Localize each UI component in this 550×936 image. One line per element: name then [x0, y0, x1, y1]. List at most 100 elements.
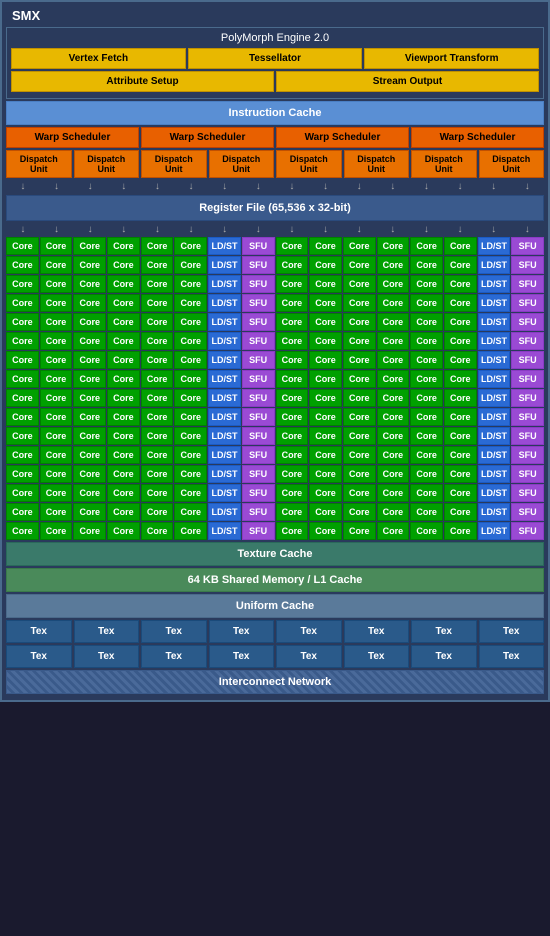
core-cell-right-15-5: Core: [444, 522, 477, 540]
core-cell-right-4-5: Core: [444, 313, 477, 331]
core-cell-left-10-0: Core: [6, 427, 39, 445]
uniform-cache: Uniform Cache: [6, 594, 544, 618]
ldst-left-13: LD/ST: [208, 484, 241, 502]
ldst-left-10: LD/ST: [208, 427, 241, 445]
core-cell-left-4-0: Core: [6, 313, 39, 331]
core-cell-right-8-2: Core: [343, 389, 376, 407]
core-cell-left-12-5: Core: [174, 465, 207, 483]
core-cell-right-11-0: Core: [276, 446, 309, 464]
core-cell-right-15-1: Core: [309, 522, 342, 540]
sfu-left-12: SFU: [242, 465, 275, 483]
core-cell-left-4-4: Core: [141, 313, 174, 331]
tex-cell-row1-6: Tex: [411, 620, 477, 643]
polymorph-engine: PolyMorph Engine 2.0 Vertex Fetch Tessel…: [6, 27, 544, 99]
arrow-b13: ↓: [424, 224, 429, 235]
tex-cell-row1-7: Tex: [479, 620, 545, 643]
core-cell-right-5-2: Core: [343, 332, 376, 350]
tex-cell-row2-0: Tex: [6, 645, 72, 668]
core-cell-left-14-4: Core: [141, 503, 174, 521]
core-cell-right-9-0: Core: [276, 408, 309, 426]
arrow-b10: ↓: [323, 224, 328, 235]
core-cell-right-8-4: Core: [410, 389, 443, 407]
core-cell-left-1-4: Core: [141, 256, 174, 274]
core-cell-right-5-3: Core: [377, 332, 410, 350]
core-row-0: CoreCoreCoreCoreCoreCoreLD/STSFUCoreCore…: [6, 237, 544, 255]
core-cell-right-3-3: Core: [377, 294, 410, 312]
core-cell-left-10-1: Core: [40, 427, 73, 445]
core-cell-right-14-5: Core: [444, 503, 477, 521]
sfu-right-10: SFU: [511, 427, 544, 445]
core-cell-right-15-0: Core: [276, 522, 309, 540]
ldst-right-7: LD/ST: [478, 370, 511, 388]
core-row-7: CoreCoreCoreCoreCoreCoreLD/STSFUCoreCore…: [6, 370, 544, 388]
core-cell-left-7-0: Core: [6, 370, 39, 388]
core-cell-left-8-5: Core: [174, 389, 207, 407]
core-cell-right-10-3: Core: [377, 427, 410, 445]
core-cell-right-7-5: Core: [444, 370, 477, 388]
ldst-left-6: LD/ST: [208, 351, 241, 369]
arrow-14: ↓: [457, 181, 462, 192]
core-cell-left-14-2: Core: [73, 503, 106, 521]
ldst-right-12: LD/ST: [478, 465, 511, 483]
core-row-13: CoreCoreCoreCoreCoreCoreLD/STSFUCoreCore…: [6, 484, 544, 502]
core-cell-left-9-1: Core: [40, 408, 73, 426]
arrow-b3: ↓: [88, 224, 93, 235]
ldst-left-3: LD/ST: [208, 294, 241, 312]
sfu-right-9: SFU: [511, 408, 544, 426]
arrow-b7: ↓: [222, 224, 227, 235]
tex-cell-row1-1: Tex: [74, 620, 140, 643]
core-cell-left-12-3: Core: [107, 465, 140, 483]
core-cell-left-11-5: Core: [174, 446, 207, 464]
core-cell-left-10-3: Core: [107, 427, 140, 445]
core-cell-right-0-0: Core: [276, 237, 309, 255]
core-cell-left-3-4: Core: [141, 294, 174, 312]
dispatch-unit-3: Dispatch Unit: [141, 150, 207, 178]
tex-cell-row1-2: Tex: [141, 620, 207, 643]
core-cell-left-3-0: Core: [6, 294, 39, 312]
core-row-14: CoreCoreCoreCoreCoreCoreLD/STSFUCoreCore…: [6, 503, 544, 521]
ldst-right-15: LD/ST: [478, 522, 511, 540]
core-cell-left-15-5: Core: [174, 522, 207, 540]
core-cell-right-9-2: Core: [343, 408, 376, 426]
core-cell-right-14-4: Core: [410, 503, 443, 521]
core-cell-right-9-3: Core: [377, 408, 410, 426]
core-cell-left-0-2: Core: [73, 237, 106, 255]
ldst-left-0: LD/ST: [208, 237, 241, 255]
core-cell-left-7-2: Core: [73, 370, 106, 388]
core-cell-right-13-4: Core: [410, 484, 443, 502]
core-cell-right-10-0: Core: [276, 427, 309, 445]
sfu-right-4: SFU: [511, 313, 544, 331]
tex-cell-row2-6: Tex: [411, 645, 477, 668]
ldst-right-4: LD/ST: [478, 313, 511, 331]
tex-cell-row2-1: Tex: [74, 645, 140, 668]
core-cell-right-15-4: Core: [410, 522, 443, 540]
sfu-left-4: SFU: [242, 313, 275, 331]
ldst-right-3: LD/ST: [478, 294, 511, 312]
arrow-2: ↓: [54, 181, 59, 192]
core-cell-left-11-1: Core: [40, 446, 73, 464]
ldst-right-2: LD/ST: [478, 275, 511, 293]
smx-title: SMX: [6, 6, 544, 25]
stream-output: Stream Output: [276, 71, 539, 92]
core-cell-left-5-5: Core: [174, 332, 207, 350]
core-cell-left-6-2: Core: [73, 351, 106, 369]
core-cell-left-13-1: Core: [40, 484, 73, 502]
core-cell-left-12-2: Core: [73, 465, 106, 483]
ldst-right-6: LD/ST: [478, 351, 511, 369]
sfu-left-9: SFU: [242, 408, 275, 426]
core-cell-left-0-3: Core: [107, 237, 140, 255]
arrow-b15: ↓: [491, 224, 496, 235]
arrow-b4: ↓: [121, 224, 126, 235]
core-cell-left-6-5: Core: [174, 351, 207, 369]
core-cell-left-6-4: Core: [141, 351, 174, 369]
core-cell-right-9-1: Core: [309, 408, 342, 426]
core-cell-right-3-0: Core: [276, 294, 309, 312]
sfu-left-13: SFU: [242, 484, 275, 502]
smx-container: SMX PolyMorph Engine 2.0 Vertex Fetch Te…: [0, 0, 550, 702]
core-cell-right-3-5: Core: [444, 294, 477, 312]
arrow-b5: ↓: [155, 224, 160, 235]
tex-cell-row1-0: Tex: [6, 620, 72, 643]
ldst-right-13: LD/ST: [478, 484, 511, 502]
core-row-9: CoreCoreCoreCoreCoreCoreLD/STSFUCoreCore…: [6, 408, 544, 426]
core-cell-left-11-4: Core: [141, 446, 174, 464]
